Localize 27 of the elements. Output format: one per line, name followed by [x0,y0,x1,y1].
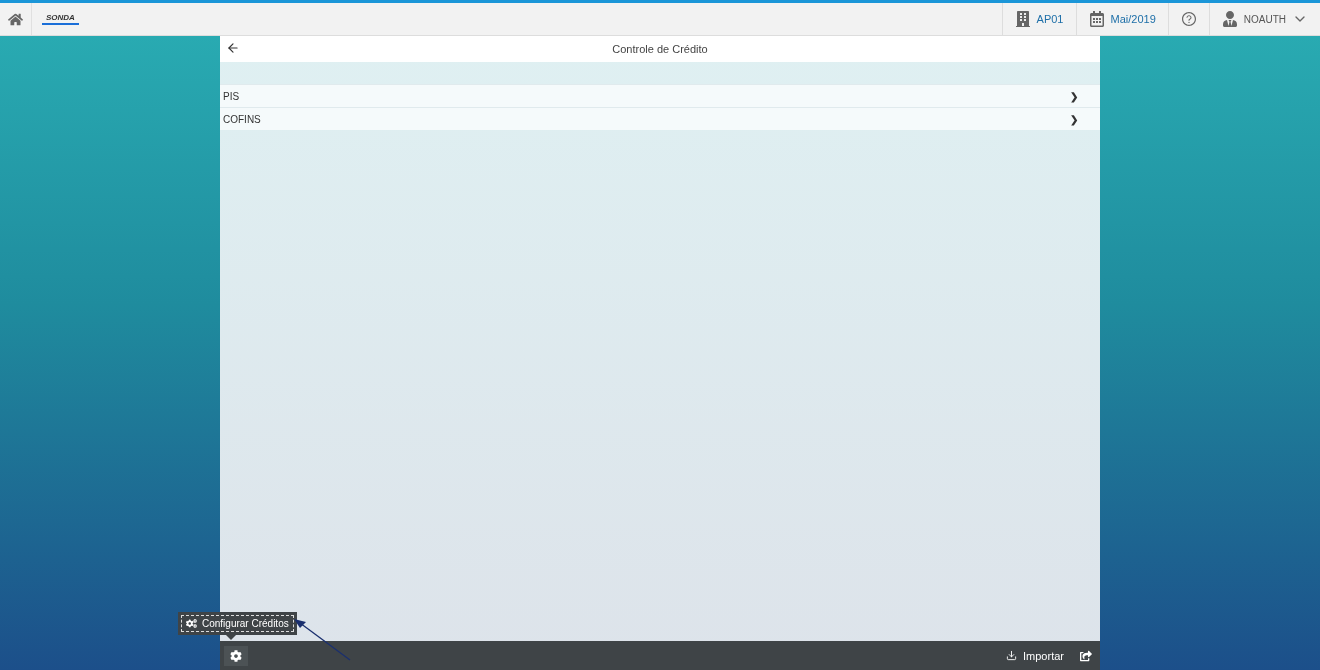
company-link[interactable]: AP01 [1036,13,1064,25]
calendar-icon [1088,11,1105,27]
settings-icon [230,649,242,662]
share-button[interactable] [1080,649,1092,662]
download-icon [1006,650,1018,661]
item-label: COFINS [223,113,261,125]
gears-icon [186,618,197,629]
user-name[interactable]: NOAUTH [1243,13,1286,25]
share-icon [1080,649,1092,662]
item-label: PIS [223,90,240,102]
help-icon[interactable] [1180,11,1197,27]
building-icon [1014,11,1031,27]
settings-button[interactable] [224,645,248,666]
annotation-arrow [294,619,351,661]
page-title: Controle de Crédito [612,43,708,55]
back-button[interactable] [226,41,240,55]
home-icon [8,11,23,27]
logo: SONDA [42,13,79,25]
back-arrow-icon [226,41,240,55]
chevron-icon: ❯ [1070,90,1078,102]
period-link[interactable]: Mai/2019 [1110,13,1156,25]
import-button[interactable]: Importar [1000,648,1070,663]
chevron-icon: ❯ [1070,113,1078,125]
list-item[interactable]: PIS ❯ [220,84,1100,107]
user-icon [1221,11,1238,27]
tooltip-text: Configurar Créditos [202,618,289,629]
list-item[interactable]: COFINS ❯ [220,107,1100,130]
